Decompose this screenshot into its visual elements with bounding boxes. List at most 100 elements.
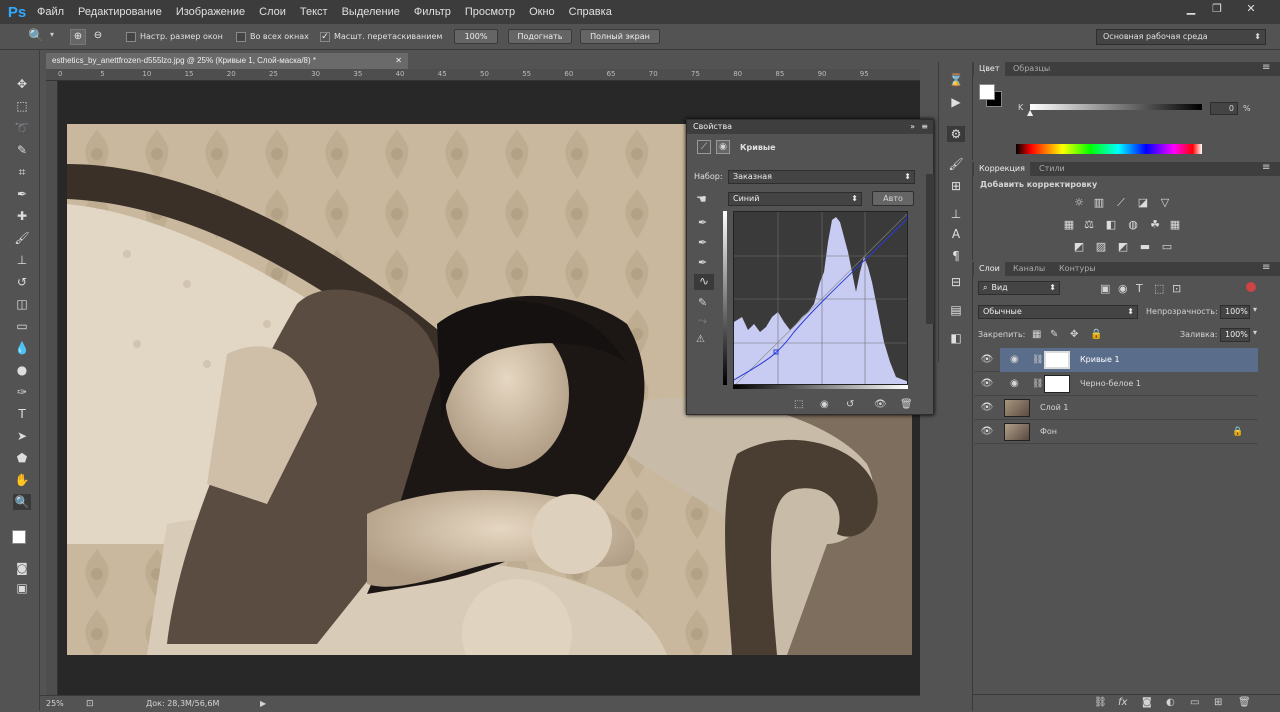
fill-arrow-icon[interactable]: ▾: [1253, 328, 1257, 337]
layer-row-layer1[interactable]: 👁 Слой 1: [974, 396, 1258, 420]
slider-handle-icon[interactable]: ▲: [1027, 108, 1033, 117]
visibility-icon[interactable]: 👁: [874, 399, 887, 410]
threshold-icon[interactable]: ◩: [1116, 241, 1130, 253]
new-group-icon[interactable]: ▭: [1190, 697, 1199, 708]
link-layers-icon[interactable]: ⛓: [1094, 697, 1107, 708]
eye-icon[interactable]: 👁: [980, 420, 994, 444]
curves-graph[interactable]: [733, 211, 908, 385]
scrubby-zoom-option[interactable]: ✓ Масшт. перетаскиванием: [320, 30, 442, 44]
layer-comps-icon[interactable]: ▤: [947, 302, 965, 318]
panel-menu-icon[interactable]: ≡: [1262, 262, 1270, 273]
tab-swatches[interactable]: Образцы: [1008, 62, 1055, 76]
tool-preset-arrow-icon[interactable]: ▾: [50, 30, 54, 39]
reset-icon[interactable]: ↺: [846, 399, 854, 410]
clone-stamp-tool-icon[interactable]: ⊥: [13, 252, 31, 268]
filter-type-icon[interactable]: T: [1136, 282, 1143, 295]
gradient-tool-icon[interactable]: ▭: [13, 318, 31, 334]
tab-adjustments[interactable]: Коррекция: [974, 162, 1030, 176]
k-value-field[interactable]: 0: [1210, 102, 1238, 115]
tab-color[interactable]: Цвет: [974, 62, 1005, 76]
layer-row-background[interactable]: 👁 Фон 🔒: [974, 420, 1258, 444]
eraser-tool-icon[interactable]: ◫: [13, 296, 31, 312]
color-spectrum[interactable]: [1016, 144, 1202, 154]
foreground-color-swatch[interactable]: [12, 530, 26, 544]
menu-image[interactable]: Изображение: [169, 6, 252, 18]
fx-icon[interactable]: fx: [1118, 697, 1127, 708]
type-tool-icon[interactable]: T: [13, 406, 31, 422]
resize-windows-option[interactable]: Настр. размер окон: [126, 30, 223, 44]
layer-name[interactable]: Черно-белое 1: [1080, 372, 1141, 396]
eyedropper-white-icon[interactable]: ✒: [698, 256, 707, 269]
chain-link-icon[interactable]: ⛓: [1032, 348, 1043, 372]
add-mask-icon[interactable]: ◙: [1142, 697, 1152, 708]
on-image-adjust-icon[interactable]: ☚: [696, 192, 707, 206]
properties-title-bar[interactable]: Свойства » ≡: [687, 120, 933, 134]
checkbox-icon[interactable]: [126, 31, 136, 42]
fullscreen-button[interactable]: Полный экран: [580, 29, 660, 44]
move-tool-icon[interactable]: ✥: [13, 76, 31, 92]
marquee-tool-icon[interactable]: ⬚: [13, 98, 31, 114]
filter-pixel-icon[interactable]: ▣: [1100, 282, 1110, 295]
tab-layers[interactable]: Слои: [974, 262, 1005, 276]
brush-presets-icon[interactable]: ⊞: [947, 178, 965, 194]
delete-layer-icon[interactable]: 🗑: [1238, 697, 1251, 708]
gradient-map-icon[interactable]: ▭: [1160, 241, 1174, 253]
vibrance-icon[interactable]: ▽: [1158, 197, 1172, 209]
view-previous-icon[interactable]: ◉: [820, 399, 829, 410]
tool-presets-icon[interactable]: ⊟: [947, 274, 965, 290]
checkbox-icon[interactable]: [236, 31, 246, 42]
black-white-icon[interactable]: ◧: [1104, 219, 1118, 231]
collapse-icon[interactable]: »: [910, 120, 915, 134]
layer-mask-thumbnail[interactable]: [1044, 351, 1070, 369]
blur-tool-icon[interactable]: 💧: [13, 340, 31, 356]
menu-help[interactable]: Справка: [562, 6, 619, 18]
channel-mixer-icon[interactable]: ☘: [1148, 219, 1162, 231]
fit-screen-button[interactable]: Подогнать: [508, 29, 572, 44]
workspace-select[interactable]: Основная рабочая среда ⬍: [1096, 29, 1266, 45]
layer-row-black-white[interactable]: 👁 ◉ ⛓ Черно-белое 1: [974, 372, 1258, 396]
new-layer-icon[interactable]: ⊞: [1214, 697, 1222, 708]
blend-mode-select[interactable]: Обычные ⬍: [978, 305, 1138, 319]
chain-link-icon[interactable]: ⛓: [1032, 372, 1043, 396]
menu-view[interactable]: Просмотр: [458, 6, 522, 18]
layer-thumbnail[interactable]: [1004, 399, 1030, 417]
smooth-curve-icon[interactable]: ⤳: [698, 314, 707, 328]
opacity-field[interactable]: 100%: [1220, 305, 1250, 319]
tab-paths[interactable]: Контуры: [1054, 262, 1101, 276]
lock-transparency-icon[interactable]: ▦: [1032, 329, 1041, 340]
eye-icon[interactable]: 👁: [980, 348, 994, 372]
curve-endpoint[interactable]: [906, 215, 908, 218]
draw-curve-icon[interactable]: ✎: [698, 296, 707, 309]
actions-icon[interactable]: ▶: [947, 94, 965, 110]
shape-tool-icon[interactable]: ⬟: [13, 450, 31, 466]
k-slider[interactable]: [1030, 104, 1202, 110]
menu-window[interactable]: Окно: [522, 6, 562, 18]
history-brush-tool-icon[interactable]: ↺: [13, 274, 31, 290]
eye-icon[interactable]: 👁: [980, 372, 994, 396]
panel-menu-icon[interactable]: ≡: [921, 120, 928, 134]
eyedropper-black-icon[interactable]: ✒: [698, 216, 707, 229]
crop-tool-icon[interactable]: ⌗: [13, 164, 31, 180]
character-icon[interactable]: A: [947, 226, 965, 242]
edit-points-icon[interactable]: ∿: [694, 274, 714, 290]
all-windows-option[interactable]: Во всех окнах: [236, 30, 309, 44]
lock-all-icon[interactable]: 🔒: [1090, 329, 1102, 340]
restore-icon[interactable]: ❐: [1206, 2, 1228, 16]
properties-icon[interactable]: ⚙: [947, 126, 965, 142]
dodge-tool-icon[interactable]: ●: [13, 362, 31, 378]
color-lookup-icon[interactable]: ▦: [1168, 219, 1182, 231]
menu-file[interactable]: Файл: [30, 6, 71, 18]
filter-adjustment-icon[interactable]: ◉: [1118, 282, 1128, 295]
exposure-icon[interactable]: ◪: [1136, 197, 1150, 209]
menu-edit[interactable]: Редактирование: [71, 6, 169, 18]
zoom-level[interactable]: 25%: [46, 696, 64, 712]
lock-pixels-icon[interactable]: ✎: [1050, 329, 1058, 340]
layer-mask-thumbnail[interactable]: [1044, 375, 1070, 393]
pen-tool-icon[interactable]: ✑: [13, 384, 31, 400]
curves-icon[interactable]: ⟋: [1114, 197, 1128, 209]
lock-position-icon[interactable]: ✥: [1070, 329, 1078, 340]
minimize-icon[interactable]: ▁: [1180, 2, 1202, 16]
filter-shape-icon[interactable]: ⬚: [1154, 282, 1164, 295]
auto-button[interactable]: Авто: [872, 191, 914, 206]
filter-smart-object-icon[interactable]: ⊡: [1172, 282, 1181, 295]
